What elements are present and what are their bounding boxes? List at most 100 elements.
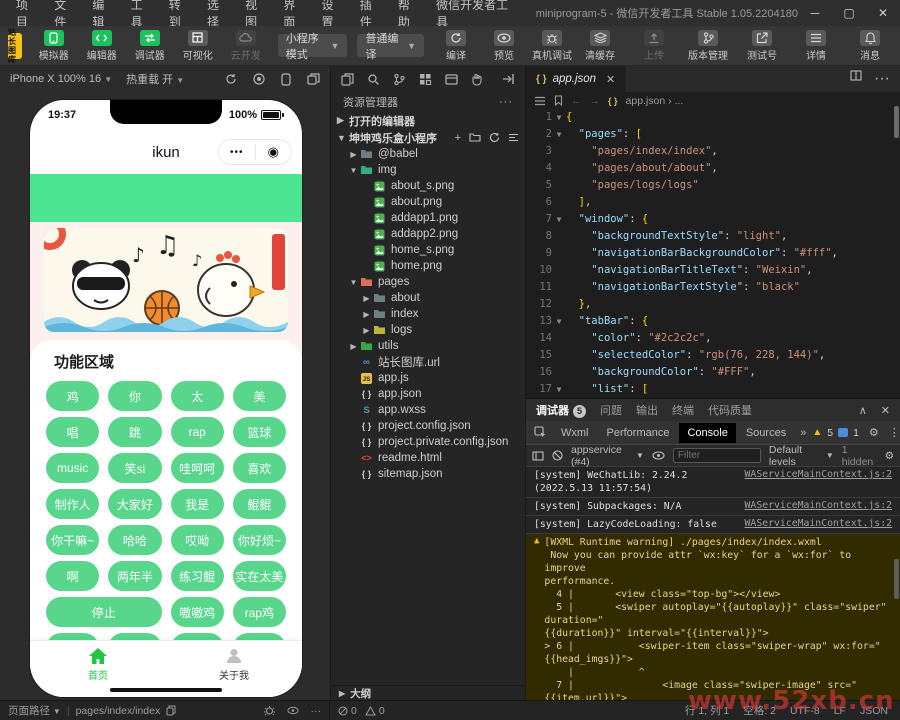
outline-list-icon[interactable] <box>534 96 546 106</box>
tree-item-about_s.png[interactable]: about_s.png <box>331 178 525 194</box>
page-path-value[interactable]: pages/index/index <box>76 705 161 717</box>
tree-item-index[interactable]: ▶index <box>331 306 525 322</box>
sound-button-music[interactable]: music <box>46 453 99 483</box>
sound-button-大家好[interactable]: 大家好 <box>108 489 161 519</box>
tab-首页[interactable]: 首页 <box>53 647 143 682</box>
rotate-icon[interactable] <box>225 73 237 85</box>
device-select[interactable]: iPhone X 100% 16 ▼ <box>10 73 112 85</box>
warning-count[interactable]: 0 <box>365 705 385 717</box>
eye-status-icon[interactable] <box>287 706 299 715</box>
close-panel-icon[interactable]: ✕ <box>881 404 890 417</box>
toolbar-button-真机调试[interactable]: 真机调试 <box>530 30 574 62</box>
fold-icon[interactable]: ▼ <box>552 211 566 228</box>
panel-tab-问题[interactable]: 问题 <box>600 402 622 418</box>
forward-icon[interactable]: → <box>590 95 601 107</box>
devtools-settings-icon[interactable]: ⚙ <box>869 426 879 439</box>
code-area[interactable]: 1▼{2▼ "pages": [3 "pages/index/index",4 … <box>526 109 900 398</box>
panel-tab-输出[interactable]: 输出 <box>636 402 658 418</box>
more-tabs-icon[interactable]: » <box>796 427 810 439</box>
sound-button-鸡[interactable]: 鸡 <box>46 381 99 411</box>
device-frame-icon[interactable] <box>281 73 291 86</box>
tree-item-project.config.json[interactable]: { }project.config.json <box>331 418 525 434</box>
tree-item-@babel[interactable]: ▶@babel <box>331 146 525 162</box>
status-item[interactable]: LF <box>834 705 846 717</box>
sound-button-鲲鲲[interactable]: 鲲鲲 <box>233 489 286 519</box>
capsule-menu[interactable]: ••• ◉ <box>218 139 292 165</box>
status-item[interactable]: 空格: 2 <box>743 703 776 718</box>
float-window-icon[interactable] <box>307 73 320 85</box>
toolbar-button-预览[interactable]: 预览 <box>482 30 526 62</box>
log-source-link[interactable]: WAServiceMainContext.js:2 <box>745 518 892 531</box>
sound-button-哎呦[interactable]: 哎呦 <box>171 525 224 555</box>
tree-item-addapp1.png[interactable]: addapp1.png <box>331 210 525 226</box>
new-file-icon[interactable]: + <box>455 132 461 144</box>
capsule-close-icon[interactable]: ◉ <box>256 144 292 160</box>
fold-icon[interactable]: ▼ <box>552 109 566 126</box>
tree-item-app.wxss[interactable]: Sapp.wxss <box>331 402 525 418</box>
tree-item-home.png[interactable]: home.png <box>331 258 525 274</box>
tree-item-addapp2.png[interactable]: addapp2.png <box>331 226 525 242</box>
status-item[interactable]: 行 1, 列 1 <box>685 703 729 718</box>
devtools-menu-icon[interactable]: ⋮ <box>889 426 900 439</box>
close-icon[interactable]: ✕ <box>866 6 900 20</box>
sound-button-喜欢[interactable]: 喜欢 <box>233 453 286 483</box>
tree-item-sitemap.json[interactable]: { }sitemap.json <box>331 466 525 482</box>
editor-scrollbar[interactable] <box>894 106 899 138</box>
mode-select[interactable]: 小程序模式▼ <box>278 34 348 57</box>
panel-tab-终端[interactable]: 终端 <box>672 402 694 418</box>
pages-icon[interactable] <box>341 73 354 86</box>
hand-icon[interactable] <box>471 73 483 86</box>
sound-button-停止[interactable]: 停止 <box>46 597 162 627</box>
console-filter-input[interactable] <box>673 448 761 463</box>
hot-reload-select[interactable]: 热重载 开 ▼ <box>126 71 184 87</box>
tree-item-app.js[interactable]: JSapp.js <box>331 370 525 386</box>
more-actions-icon[interactable]: ··· <box>499 96 513 108</box>
refresh-icon[interactable] <box>489 132 500 144</box>
sound-button-我是[interactable]: 我是 <box>171 489 224 519</box>
toolbar-button-测试号[interactable]: 测试号 <box>740 30 784 62</box>
log-levels-select[interactable]: Default levels ▼ <box>769 444 834 468</box>
sound-button-实在太美[interactable]: 实在太美 <box>233 561 286 591</box>
message-count[interactable]: 1 <box>853 427 859 439</box>
minimize-icon[interactable]: ─ <box>798 6 832 20</box>
tree-item-about.png[interactable]: about.png <box>331 194 525 210</box>
tree-item-img[interactable]: ▼img <box>331 162 525 178</box>
debug-status-icon[interactable] <box>264 705 275 716</box>
js-context-select[interactable]: appservice (#4) ▼ <box>571 444 644 468</box>
sound-button-两年半[interactable]: 两年半 <box>108 561 161 591</box>
sound-button-唱[interactable]: 唱 <box>46 417 99 447</box>
sound-button-嗷嗷鸡[interactable]: 嗷嗷鸡 <box>171 597 224 627</box>
sound-button-你干嘛~[interactable]: 你干嘛~ <box>46 525 99 555</box>
preview-icon[interactable] <box>445 73 458 86</box>
toolbar-button-清缓存[interactable]: 清缓存 <box>578 30 622 62</box>
sound-button-啊[interactable]: 啊 <box>46 561 99 591</box>
maximize-icon[interactable]: ▢ <box>832 6 866 20</box>
console-scrollbar[interactable] <box>894 559 899 599</box>
collapse-all-icon[interactable] <box>508 132 519 144</box>
log-source-link[interactable]: WAServiceMainContext.js:2 <box>745 469 892 495</box>
toolbar-button-可视化[interactable]: 可视化 <box>176 30 220 62</box>
fold-icon[interactable]: ▼ <box>552 313 566 330</box>
tree-item-站长图库.url[interactable]: ∞站长图库.url <box>331 354 525 370</box>
sound-button-太[interactable]: 太 <box>171 381 224 411</box>
toolbar-button-编译[interactable]: 编译 <box>434 30 478 62</box>
panel-tab-代码质量[interactable]: 代码质量 <box>708 402 752 418</box>
editor-tab-appjson[interactable]: { } app.json ✕ <box>526 66 626 92</box>
clear-console-icon[interactable] <box>552 450 563 461</box>
split-editor-icon[interactable] <box>850 70 862 88</box>
status-item[interactable]: JSON <box>860 705 888 717</box>
project-section[interactable]: ▼ 坤坤鸡乐盒小程序 + <box>331 129 525 146</box>
fold-icon[interactable]: ▼ <box>552 126 566 143</box>
sound-button-跳[interactable]: 跳 <box>108 417 161 447</box>
tree-item-readme.html[interactable]: <>readme.html <box>331 450 525 466</box>
outline-section[interactable]: ▶ 大纲 <box>331 685 525 700</box>
tab-关于我[interactable]: 关于我 <box>189 647 279 682</box>
console-sidebar-icon[interactable] <box>532 451 544 461</box>
toolbar-button-调试器[interactable]: 调试器 <box>128 30 172 62</box>
breadcrumb[interactable]: app.json › ... <box>626 95 684 107</box>
sound-button-你好烦~[interactable]: 你好烦~ <box>233 525 286 555</box>
close-tab-icon[interactable]: ✕ <box>606 73 615 86</box>
status-item[interactable]: UTF-8 <box>790 705 820 717</box>
swiper-image[interactable]: ♪ ♫ ♪ <box>44 228 288 332</box>
sound-button-美[interactable]: 美 <box>233 381 286 411</box>
